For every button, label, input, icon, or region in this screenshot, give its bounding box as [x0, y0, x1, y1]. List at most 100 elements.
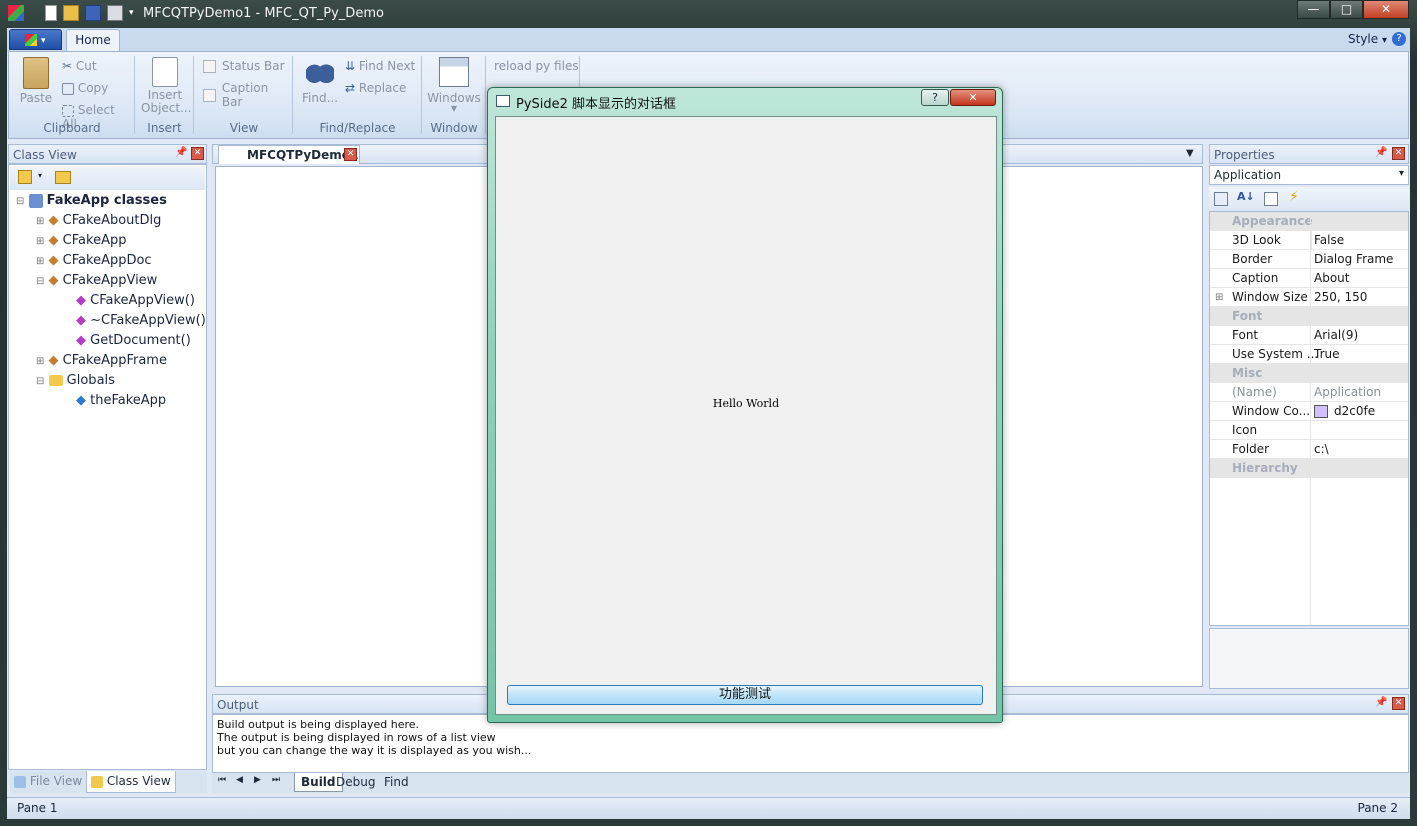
status-bar-checkbox[interactable]: Status Bar: [203, 59, 285, 73]
properties-pin-icon[interactable]: 📌: [1375, 147, 1387, 158]
tree-item-getdocument[interactable]: ◆ GetDocument(): [16, 331, 204, 351]
find-next-button[interactable]: ⇊ Find Next: [345, 59, 415, 73]
collapse-icon[interactable]: ⊟: [16, 196, 24, 207]
expand-icon[interactable]: ⊞: [36, 236, 44, 247]
property-row[interactable]: Use System ... True: [1210, 345, 1408, 364]
caption-bar-check[interactable]: [203, 88, 216, 102]
close-document-tab-button[interactable]: ✕: [344, 148, 357, 161]
dropdown-arrow-icon[interactable]: ▾: [38, 171, 42, 180]
style-menu[interactable]: Style ▾: [1348, 32, 1387, 46]
close-output-button[interactable]: ✕: [1392, 697, 1405, 710]
minimize-button[interactable]: —: [1297, 0, 1330, 19]
property-row[interactable]: 3D Look False: [1210, 231, 1408, 250]
open-folder-icon[interactable]: [63, 5, 79, 21]
expand-icon[interactable]: ⊞: [36, 256, 44, 267]
dialog-close-button[interactable]: ✕: [950, 89, 996, 106]
copy-button[interactable]: Copy: [62, 81, 108, 95]
class-icon: ◆: [48, 273, 59, 288]
tab-debug[interactable]: Debug: [336, 775, 375, 789]
category-hierarchy[interactable]: Hierarchy: [1210, 459, 1408, 478]
property-row[interactable]: Border Dialog Frame: [1210, 250, 1408, 269]
find-button[interactable]: Find...: [299, 57, 341, 105]
property-row[interactable]: Folder c:\: [1210, 440, 1408, 459]
collapse-icon[interactable]: ⊟: [36, 276, 44, 287]
new-document-icon[interactable]: [45, 5, 57, 21]
category-appearance[interactable]: Appearance: [1210, 212, 1408, 231]
events-lightning-icon[interactable]: ⚡: [1289, 189, 1299, 205]
output-pin-icon[interactable]: 📌: [1375, 697, 1387, 708]
qat-customize-icon[interactable]: ▾: [129, 5, 137, 21]
ribbon-separator: [421, 56, 422, 134]
close-class-view-button[interactable]: ✕: [191, 147, 204, 160]
category-font[interactable]: Font: [1210, 307, 1408, 326]
pin-icon[interactable]: 📌: [175, 147, 187, 158]
property-row[interactable]: Font Arial(9): [1210, 326, 1408, 345]
print-icon[interactable]: [107, 5, 123, 21]
category-misc[interactable]: Misc: [1210, 364, 1408, 383]
tree-item-cfakeappview[interactable]: ⊟ ◆ CFakeAppView: [16, 271, 204, 291]
property-pages-icon[interactable]: [1264, 192, 1278, 206]
property-row[interactable]: Icon: [1210, 421, 1408, 440]
caption-bar-checkbox[interactable]: Caption Bar: [203, 81, 292, 109]
property-name: Window Size: [1232, 290, 1308, 304]
status-bar-check[interactable]: [203, 59, 216, 73]
property-value[interactable]: d2c0fe: [1334, 402, 1375, 421]
tree-item-destructor[interactable]: ◆ ~CFakeAppView(): [16, 311, 206, 331]
property-row[interactable]: ⊞ Window Size 250, 150: [1210, 288, 1408, 307]
close-button[interactable]: ✕: [1363, 0, 1409, 19]
function-test-button[interactable]: 功能测试: [507, 685, 983, 705]
categorized-icon[interactable]: [1214, 192, 1228, 206]
dialog-help-button[interactable]: ?: [921, 89, 949, 106]
property-value[interactable]: About: [1314, 269, 1349, 288]
cut-button[interactable]: ✂ Cut: [62, 59, 97, 73]
tab-find[interactable]: Find: [384, 775, 409, 789]
close-properties-button[interactable]: ✕: [1392, 147, 1405, 160]
tree-root[interactable]: ⊟ FakeApp classes: [16, 191, 204, 211]
tree-item-globals[interactable]: ⊟ Globals: [16, 371, 204, 391]
tree-item-cfakeappframe[interactable]: ⊞ ◆ CFakeAppFrame: [16, 351, 204, 371]
document-tab[interactable]: MFCQTPyDemo1: [218, 145, 360, 164]
tree-item-cfakeaboutdlg[interactable]: ⊞ ◆ CFakeAboutDlg: [16, 211, 204, 231]
property-value[interactable]: True: [1314, 345, 1340, 364]
alphabetical-icon[interactable]: A↓: [1237, 190, 1255, 203]
prev-tab-icon[interactable]: ◀: [236, 775, 243, 785]
document-tab-list-icon[interactable]: ▼: [1186, 148, 1194, 159]
properties-object-combo[interactable]: Application ▾: [1209, 165, 1409, 185]
save-icon[interactable]: [85, 5, 101, 21]
expand-icon[interactable]: ⊞: [36, 216, 44, 227]
expand-icon[interactable]: ⊞: [36, 356, 44, 367]
replace-button[interactable]: ⇄ Replace: [345, 81, 406, 95]
application-menu-button[interactable]: ▾: [9, 29, 62, 50]
property-row[interactable]: Caption About: [1210, 269, 1408, 288]
property-value[interactable]: False: [1314, 231, 1344, 250]
class-view-sort-icon[interactable]: [18, 170, 32, 184]
maximize-button[interactable]: □: [1330, 0, 1363, 19]
collapse-icon[interactable]: ⊟: [36, 376, 44, 387]
tab-class-view[interactable]: Class View: [86, 771, 176, 793]
property-value[interactable]: 250, 150: [1314, 288, 1367, 307]
insert-object-button[interactable]: Insert Object...: [141, 57, 192, 115]
reload-py-files-button[interactable]: reload py files: [494, 59, 579, 73]
property-row[interactable]: (Name) Application: [1210, 383, 1408, 402]
tab-file-view[interactable]: File View: [14, 774, 82, 788]
first-tab-icon[interactable]: ⏮: [218, 775, 226, 785]
color-swatch[interactable]: [1314, 405, 1328, 418]
tree-item-cfakeappdoc[interactable]: ⊞ ◆ CFakeAppDoc: [16, 251, 204, 271]
app-icon[interactable]: [8, 5, 24, 21]
property-row[interactable]: Window Co... d2c0fe: [1210, 402, 1408, 421]
property-value[interactable]: c:\: [1314, 440, 1329, 459]
tree-item-cfakeapp[interactable]: ⊞ ◆ CFakeApp: [16, 231, 204, 251]
property-value[interactable]: Arial(9): [1314, 326, 1358, 345]
paste-button[interactable]: Paste: [18, 57, 54, 105]
last-tab-icon[interactable]: ⏭: [272, 775, 280, 785]
tab-home[interactable]: Home: [66, 29, 120, 52]
property-value[interactable]: Dialog Frame: [1314, 250, 1393, 269]
expand-icon[interactable]: ⊞: [1215, 288, 1223, 307]
class-icon: ◆: [48, 233, 59, 248]
new-folder-icon[interactable]: [55, 171, 71, 184]
next-tab-icon[interactable]: ▶: [254, 775, 261, 785]
windows-button[interactable]: Windows ▼: [426, 57, 482, 113]
tree-item-thefakeapp[interactable]: ◆ theFakeApp: [16, 391, 204, 411]
help-icon[interactable]: ?: [1392, 32, 1406, 46]
tree-item-constructor[interactable]: ◆ CFakeAppView(): [16, 291, 204, 311]
